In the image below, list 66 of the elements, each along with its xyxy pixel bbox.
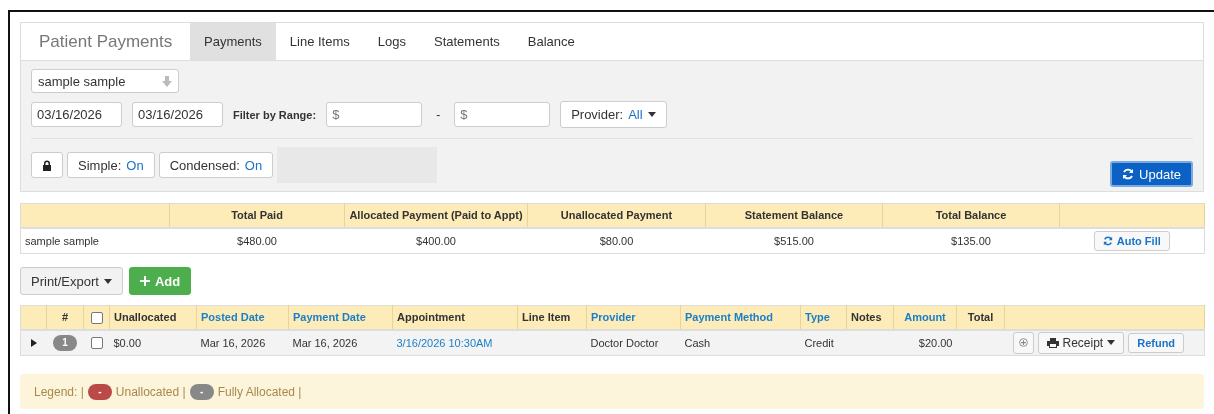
select-all-checkbox[interactable]: [90, 311, 103, 324]
tab[interactable]: Statements: [420, 23, 514, 60]
table-cell: $135.00: [951, 234, 991, 247]
view-toggle-button[interactable]: Simple: On: [67, 152, 155, 178]
refresh-icon: [1102, 235, 1113, 246]
plus-circle-icon: [1018, 338, 1028, 348]
table-cell: $20.00: [918, 336, 953, 349]
column-header: Line Item: [522, 311, 571, 324]
print-export-button[interactable]: Print/Export: [20, 267, 123, 295]
payment-number-badge: 1: [53, 334, 77, 351]
tab[interactable]: Payments: [190, 23, 276, 60]
column-header: Total: [967, 311, 994, 324]
expand-icon[interactable]: [30, 338, 37, 347]
tab[interactable]: Line Items: [275, 23, 364, 60]
provider-dropdown[interactable]: Provider: All: [560, 101, 667, 128]
column-header: Unallocated Payment: [560, 209, 673, 222]
caret-icon: [1107, 340, 1116, 346]
legend-badge: -: [87, 383, 112, 400]
legend-item-label: Fully Allocated |: [217, 384, 302, 399]
panel-title: Patient Payments: [38, 30, 174, 53]
refresh-icon: [1122, 168, 1135, 180]
arrow-down-icon: [162, 75, 172, 87]
table-cell: $80.00: [599, 234, 634, 247]
details-button[interactable]: [1012, 331, 1034, 354]
table-cell: Mar 16, 2026: [292, 336, 358, 349]
table-cell: Mar 16, 2026: [200, 336, 266, 349]
column-header: Total Paid: [231, 209, 283, 222]
range-max-field[interactable]: $: [454, 102, 551, 127]
tab[interactable]: Logs: [363, 23, 420, 60]
row-checkbox[interactable]: [90, 337, 103, 350]
receipt-button[interactable]: Receipt: [1037, 331, 1125, 354]
printer-icon: [1046, 337, 1059, 348]
table-cell: sample sample: [25, 234, 99, 247]
tab[interactable]: Balance: [513, 23, 589, 60]
table-cell: Doctor Doctor: [590, 336, 659, 349]
table-cell: $400.00: [416, 234, 456, 247]
table-cell: $515.00: [774, 234, 814, 247]
lock-button[interactable]: [31, 152, 63, 178]
plus-icon: [139, 276, 150, 286]
date-to-field[interactable]: 03/16/2026: [132, 102, 223, 127]
table-cell: $480.00: [237, 234, 277, 247]
legend-item-label: Unallocated |: [115, 384, 186, 399]
auto-fill-button[interactable]: Auto Fill: [1093, 230, 1170, 251]
table-cell: Cash: [684, 336, 711, 349]
range-min-field[interactable]: $: [326, 102, 423, 127]
column-header: Unallocated: [114, 311, 177, 324]
table-cell: Credit: [804, 336, 834, 349]
patient-select[interactable]: sample sample: [31, 69, 179, 93]
legend-label: Legend: |: [34, 384, 84, 399]
column-header: Allocated Payment (Paid to Appt): [349, 209, 523, 222]
table-cell: $0.00: [113, 336, 142, 349]
caret-icon: [103, 278, 112, 284]
refund-button[interactable]: Refund: [1128, 332, 1185, 353]
view-toggle-button[interactable]: Condensed: On: [158, 152, 274, 178]
column-header: Appointment: [397, 311, 465, 324]
range-label: Filter by Range:: [233, 108, 317, 121]
update-button[interactable]: Update: [1110, 161, 1193, 187]
range-separator: -: [436, 107, 441, 122]
lock-icon: [42, 159, 52, 171]
column-header: Notes: [851, 311, 882, 324]
column-header: Total Balance: [935, 209, 1007, 222]
legend-badge: -: [189, 383, 214, 400]
column-header: Statement Balance: [744, 209, 844, 222]
column-header: #: [61, 311, 69, 324]
date-from-field[interactable]: 03/16/2026: [31, 102, 122, 127]
caret-icon: [647, 112, 656, 117]
